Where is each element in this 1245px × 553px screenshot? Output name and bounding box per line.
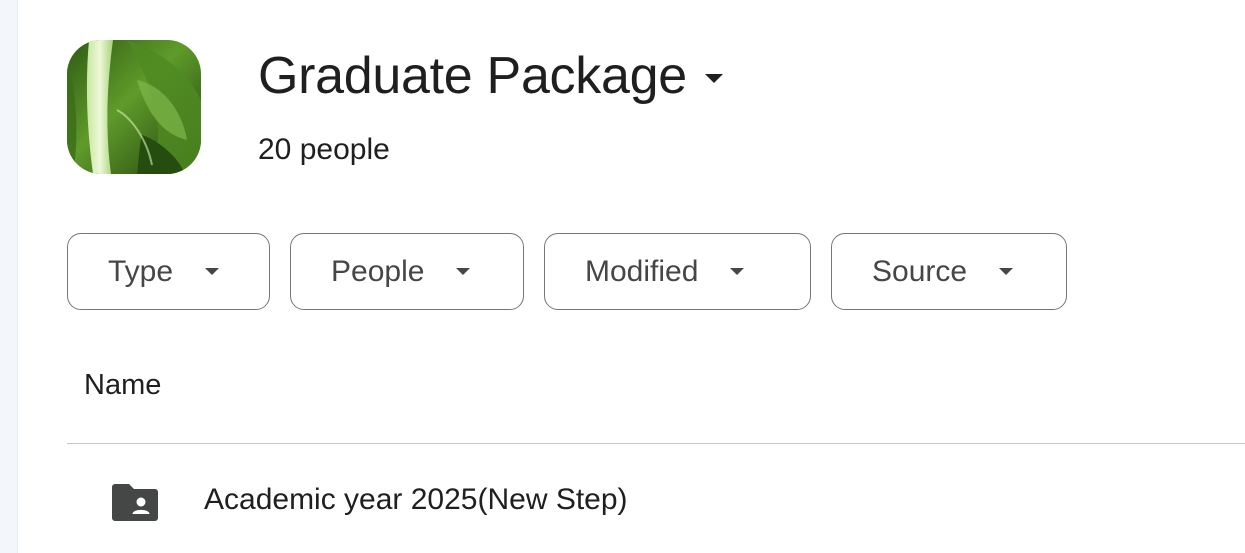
drive-header: Graduate Package 20 people [67, 40, 723, 174]
drive-title-menu[interactable]: Graduate Package [258, 44, 723, 108]
file-name: Academic year 2025(New Step) [204, 483, 628, 516]
column-header-name[interactable]: Name [84, 369, 161, 402]
caret-down-icon [730, 268, 745, 275]
caret-down-icon [456, 268, 471, 275]
filter-source-chip[interactable]: Source [831, 233, 1067, 310]
drive-avatar [67, 40, 201, 174]
caret-down-icon [205, 268, 220, 275]
title-block: Graduate Package 20 people [258, 44, 723, 170]
drive-page: Graduate Package 20 people Type People M… [0, 0, 1245, 553]
caret-down-icon [999, 268, 1014, 275]
list-header: Name [67, 362, 1245, 444]
caret-down-icon [704, 73, 723, 83]
member-count[interactable]: 20 people [258, 130, 723, 170]
shared-folder-icon [111, 482, 159, 522]
filter-modified-chip[interactable]: Modified [544, 233, 811, 310]
file-row[interactable]: Academic year 2025(New Step) [67, 445, 1245, 553]
leaf-photo-icon [67, 40, 201, 174]
filter-modified-label: Modified [585, 254, 699, 288]
filter-people-chip[interactable]: People [290, 233, 524, 310]
filter-type-chip[interactable]: Type [67, 233, 270, 310]
drive-title: Graduate Package [258, 47, 687, 105]
left-rail [0, 0, 18, 553]
filter-type-label: Type [108, 254, 174, 288]
filter-people-label: People [331, 254, 425, 288]
filter-bar: Type People Modified Source [67, 233, 1067, 310]
filter-source-label: Source [872, 254, 968, 288]
